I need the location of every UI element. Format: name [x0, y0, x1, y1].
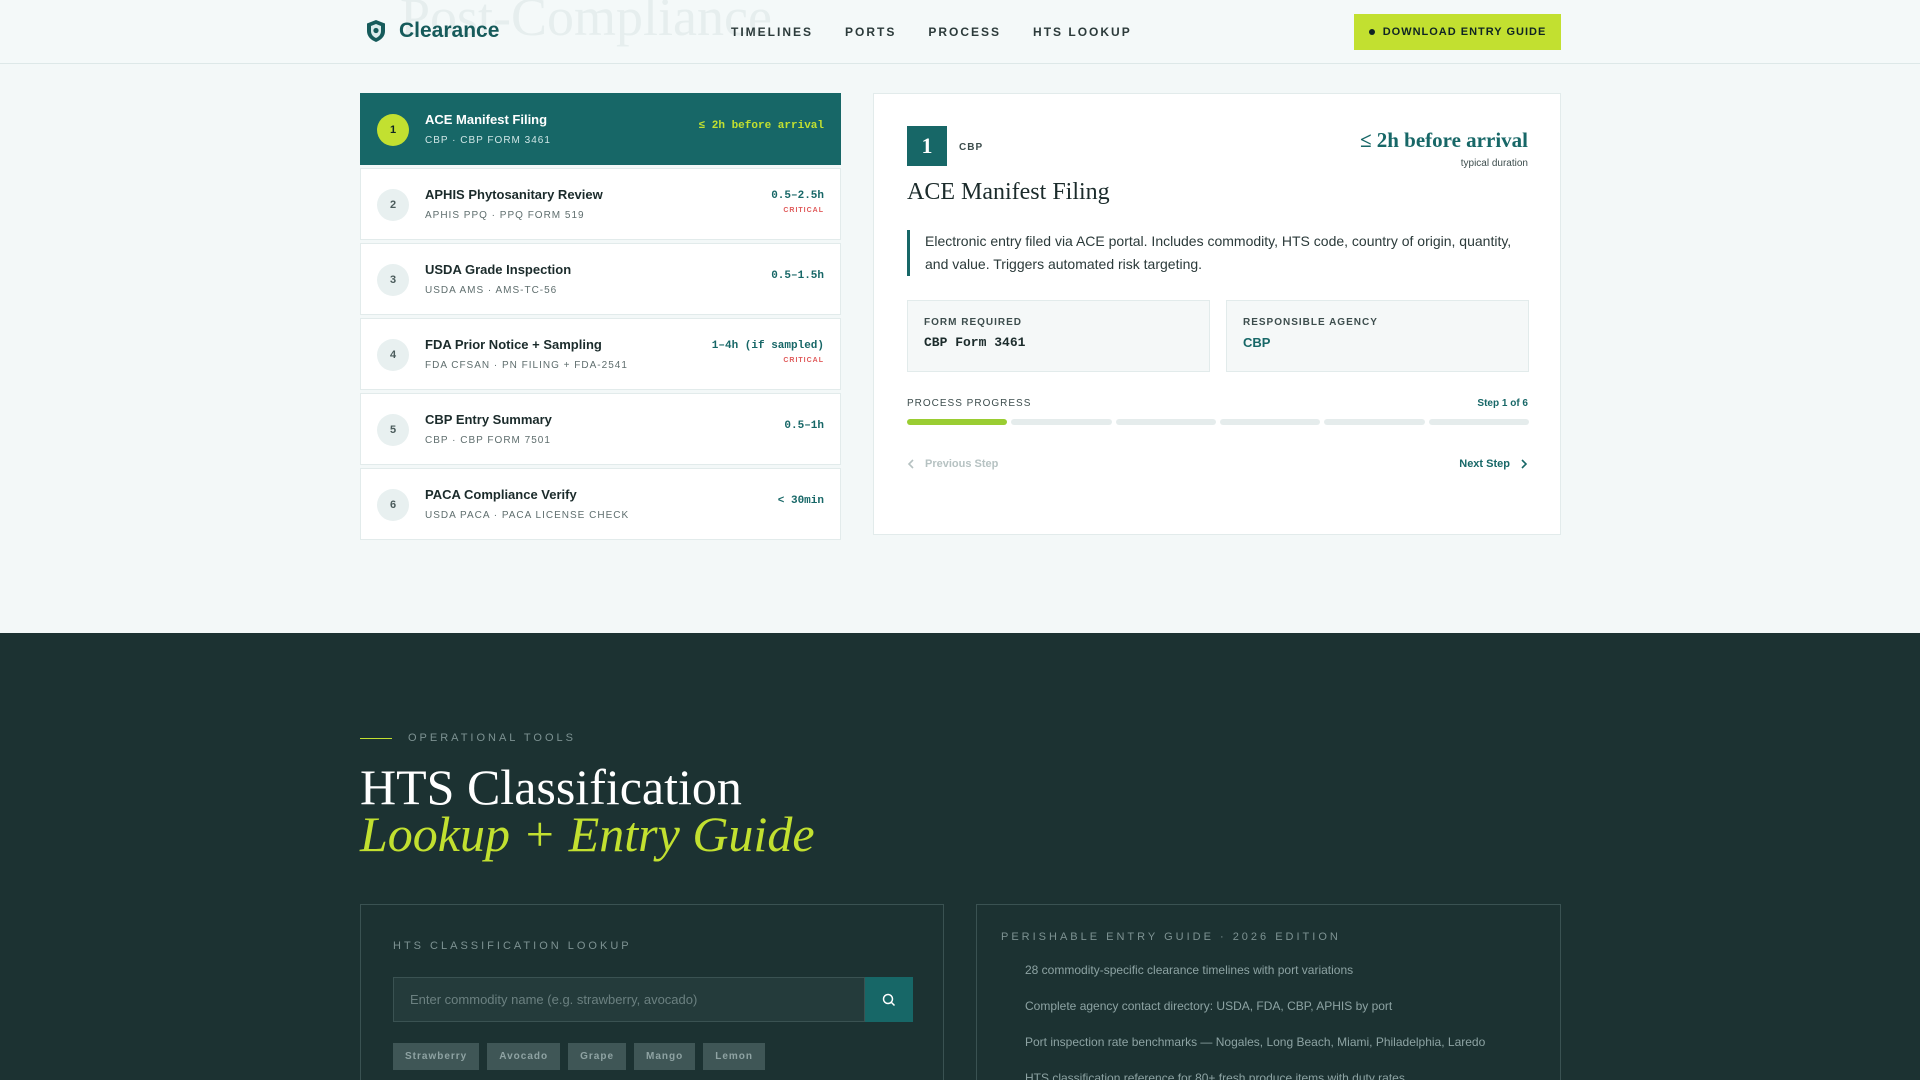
progress-segment — [1011, 419, 1112, 425]
step-title: USDA Grade Inspection — [425, 262, 572, 277]
step-agency-form: USDA PACA · PACA LICENSE CHECK — [425, 510, 630, 521]
commodity-chip[interactable]: Strawberry — [393, 1043, 480, 1070]
step-item[interactable]: 3 USDA Grade Inspection USDA AMS · AMS-T… — [360, 243, 841, 315]
step-item[interactable]: 6 PACA Compliance Verify USDA PACA · PAC… — [360, 468, 841, 540]
step-agency-form: CBP · CBP FORM 7501 — [425, 435, 551, 446]
nav-ports[interactable]: PORTS — [845, 25, 896, 39]
responsible-agency-label: RESPONSIBLE AGENCY — [1243, 317, 1378, 328]
step-duration: 1–4h (if sampled) — [711, 340, 824, 352]
shield-icon — [367, 20, 385, 42]
entry-guide-panel: PERISHABLE ENTRY GUIDE · 2026 EDITION 28… — [976, 904, 1561, 1080]
commodity-search-input[interactable] — [393, 977, 865, 1022]
brand-logo[interactable]: Clearance — [365, 19, 499, 43]
detail-title: ACE Manifest Filing — [907, 179, 1110, 205]
chevron-right-icon — [1521, 459, 1528, 469]
form-required-label: FORM REQUIRED — [924, 317, 1022, 328]
chevron-left-icon — [907, 459, 914, 469]
step-item[interactable]: 2 APHIS Phytosanitary Review APHIS PPQ ·… — [360, 168, 841, 240]
form-required-card: FORM REQUIRED CBP Form 3461 — [907, 300, 1210, 372]
progress-segment — [1428, 419, 1529, 425]
detail-step-number: 1 — [907, 126, 947, 166]
previous-step-label: Previous Step — [925, 458, 999, 470]
step-agency-form: CBP · CBP FORM 3461 — [425, 135, 551, 146]
step-agency-form: FDA CFSAN · PN FILING + FDA-2541 — [425, 360, 628, 371]
critical-badge: CRITICAL — [783, 207, 824, 214]
step-title: PACA Compliance Verify — [425, 487, 577, 502]
detail-duration-label: typical duration — [1460, 158, 1528, 169]
form-required-value: CBP Form 3461 — [924, 335, 1026, 350]
step-item[interactable]: 1 ACE Manifest Filing CBP · CBP FORM 346… — [360, 93, 841, 165]
commodity-chips: Strawberry Avocado Grape Mango Lemon — [393, 1043, 766, 1070]
detail-description: Electronic entry filed via ACE portal. I… — [907, 230, 1529, 276]
step-number: 2 — [377, 189, 409, 221]
previous-step-button[interactable]: Previous Step — [907, 458, 998, 470]
step-duration: 0.5–1.5h — [771, 270, 824, 282]
progress-label: PROCESS PROGRESS — [907, 398, 1032, 409]
step-duration: < 30min — [777, 495, 824, 507]
commodity-chip[interactable]: Avocado — [487, 1043, 561, 1070]
step-duration: ≤ 2h before arrival — [698, 120, 824, 132]
brand-name: Clearance — [399, 19, 500, 42]
step-number: 6 — [377, 489, 409, 521]
commodity-chip[interactable]: Lemon — [703, 1043, 766, 1070]
responsible-agency-value: CBP — [1243, 335, 1271, 350]
process-step-list: 1 ACE Manifest Filing CBP · CBP FORM 346… — [360, 93, 841, 543]
step-number: 5 — [377, 414, 409, 446]
section-eyebrow: OPERATIONAL TOOLS — [360, 732, 576, 744]
progress-bar — [907, 419, 1529, 425]
list-item: Complete agency contact directory: USDA,… — [1025, 999, 1393, 1013]
download-button-label: DOWNLOAD ENTRY GUIDE — [1382, 26, 1547, 38]
step-number: 4 — [377, 339, 409, 371]
commodity-chip[interactable]: Mango — [634, 1043, 696, 1070]
detail-duration: ≤ 2h before arrival — [1359, 128, 1528, 152]
nav-process[interactable]: PROCESS — [928, 25, 1001, 39]
next-step-button[interactable]: Next Step — [1459, 458, 1528, 470]
step-title: CBP Entry Summary — [425, 412, 552, 427]
hts-lookup-panel: HTS CLASSIFICATION LOOKUP Strawberry Avo… — [360, 904, 944, 1080]
main-nav: TIMELINES PORTS PROCESS HTS LOOKUP — [731, 25, 1132, 39]
step-number: 1 — [377, 114, 409, 146]
download-entry-guide-button[interactable]: DOWNLOAD ENTRY GUIDE — [1354, 14, 1561, 50]
list-item: 28 commodity-specific clearance timeline… — [1025, 963, 1354, 977]
step-detail-panel: 1 CBP ≤ 2h before arrival typical durati… — [873, 93, 1561, 535]
eyebrow-divider — [360, 737, 392, 739]
nav-timelines[interactable]: TIMELINES — [731, 25, 813, 39]
step-title: APHIS Phytosanitary Review — [425, 187, 603, 202]
operational-tools-section: OPERATIONAL TOOLS HTS Classification Loo… — [0, 633, 1920, 1080]
entry-guide-list: 28 commodity-specific clearance timeline… — [1001, 963, 1485, 1080]
list-item: HTS classification reference for 80+ fre… — [1025, 1071, 1405, 1080]
step-duration: 0.5–2.5h — [771, 190, 824, 202]
step-title: FDA Prior Notice + Sampling — [425, 337, 602, 352]
list-item: Port inspection rate benchmarks — Nogale… — [1025, 1035, 1486, 1049]
search-button[interactable] — [865, 977, 913, 1022]
commodity-chip[interactable]: Grape — [568, 1043, 627, 1070]
step-item[interactable]: 4 FDA Prior Notice + Sampling FDA CFSAN … — [360, 318, 841, 390]
step-agency-form: USDA AMS · AMS-TC-56 — [425, 285, 558, 296]
dot-icon — [1368, 29, 1375, 35]
progress-segment — [1324, 419, 1425, 425]
next-step-label: Next Step — [1459, 458, 1510, 470]
hts-lookup-label: HTS CLASSIFICATION LOOKUP — [393, 940, 632, 952]
step-title: ACE Manifest Filing — [425, 112, 548, 127]
top-header: Post-Compliance Clearance TIMELINES PORT… — [0, 0, 1920, 64]
search-icon — [882, 993, 896, 1006]
step-agency-form: APHIS PPQ · PPQ FORM 519 — [425, 210, 585, 221]
step-duration: 0.5–1h — [784, 420, 824, 432]
step-item[interactable]: 5 CBP Entry Summary CBP · CBP FORM 7501 … — [360, 393, 841, 465]
progress-segment — [1115, 419, 1216, 425]
entry-guide-label: PERISHABLE ENTRY GUIDE · 2026 EDITION — [1001, 931, 1341, 943]
detail-agency: CBP — [959, 142, 984, 153]
section-heading-accent: Lookup + Entry Guide — [360, 806, 815, 862]
critical-badge: CRITICAL — [783, 357, 824, 364]
progress-segment — [907, 419, 1008, 425]
progress-count: Step 1 of 6 — [1477, 398, 1528, 409]
nav-hts-lookup[interactable]: HTS LOOKUP — [1033, 25, 1132, 39]
step-number: 3 — [377, 264, 409, 296]
progress-segment — [1219, 419, 1321, 425]
responsible-agency-card: RESPONSIBLE AGENCY CBP — [1226, 300, 1529, 372]
eyebrow-label: OPERATIONAL TOOLS — [408, 732, 576, 744]
